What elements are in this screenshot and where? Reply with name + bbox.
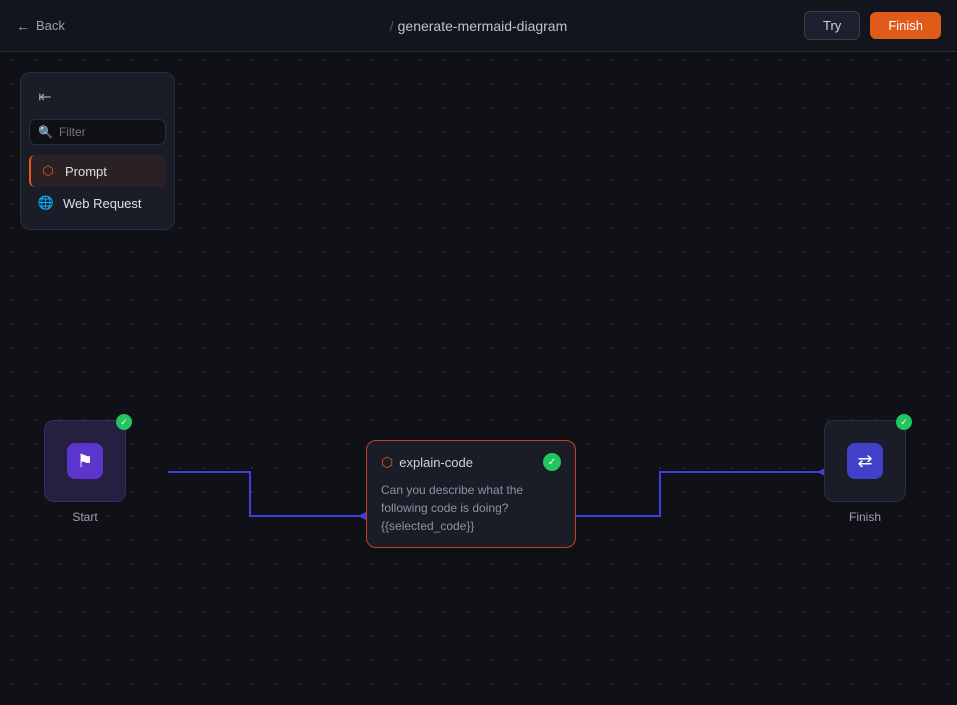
prompt-card-title-text: explain-code: [399, 455, 473, 470]
sidebar-item-web-request[interactable]: 🌐 Web Request: [29, 187, 166, 219]
collapse-icon: ⇤: [38, 87, 51, 107]
finish-node-icon: ⇄: [847, 443, 883, 479]
finish-node-label: Finish: [849, 510, 881, 524]
start-node-check: ✓: [116, 414, 132, 430]
header: ← Back / generate-mermaid-diagram Try Fi…: [0, 0, 957, 52]
sidebar-item-web-label: Web Request: [63, 196, 142, 211]
finish-button[interactable]: Finish: [870, 12, 941, 39]
finish-node[interactable]: ⇄ ✓ Finish: [824, 420, 906, 524]
route-name-label: generate-mermaid-diagram: [398, 18, 568, 34]
finish-node-check: ✓: [896, 414, 912, 430]
start-node-label: Start: [72, 510, 97, 524]
prompt-card-node[interactable]: ⬡ explain-code ✓ Can you describe what t…: [366, 440, 576, 548]
web-request-icon: 🌐: [37, 194, 55, 212]
back-button[interactable]: ← Back: [16, 18, 65, 34]
try-button[interactable]: Try: [804, 11, 860, 40]
route-title: / generate-mermaid-diagram: [390, 18, 568, 34]
sidebar-collapse-button[interactable]: ⇤: [29, 83, 61, 111]
prompt-card-title: ⬡ explain-code: [381, 454, 473, 471]
filter-container: 🔍: [29, 119, 166, 145]
sidebar-item-prompt-label: Prompt: [65, 164, 107, 179]
filter-input[interactable]: [59, 125, 157, 139]
prompt-card-header: ⬡ explain-code ✓: [381, 453, 561, 471]
main-canvas: ⇤ 🔍 ⬡ Prompt 🌐 Web Request: [0, 52, 957, 705]
prompt-card-check: ✓: [543, 453, 561, 471]
slash-separator: /: [390, 18, 394, 34]
sidebar-panel: ⇤ 🔍 ⬡ Prompt 🌐 Web Request: [20, 72, 175, 230]
back-label: Back: [36, 18, 65, 33]
prompt-card-icon: ⬡: [381, 454, 393, 471]
header-actions: Try Finish: [804, 11, 941, 40]
start-node[interactable]: ⚑ ✓ Start: [44, 420, 126, 524]
start-node-icon: ⚑: [67, 443, 103, 479]
back-arrow-icon: ←: [16, 18, 30, 34]
sidebar-item-prompt[interactable]: ⬡ Prompt: [29, 155, 166, 187]
prompt-icon: ⬡: [39, 162, 57, 180]
prompt-card-body: Can you describe what the following code…: [381, 481, 561, 535]
search-icon: 🔍: [38, 125, 53, 139]
